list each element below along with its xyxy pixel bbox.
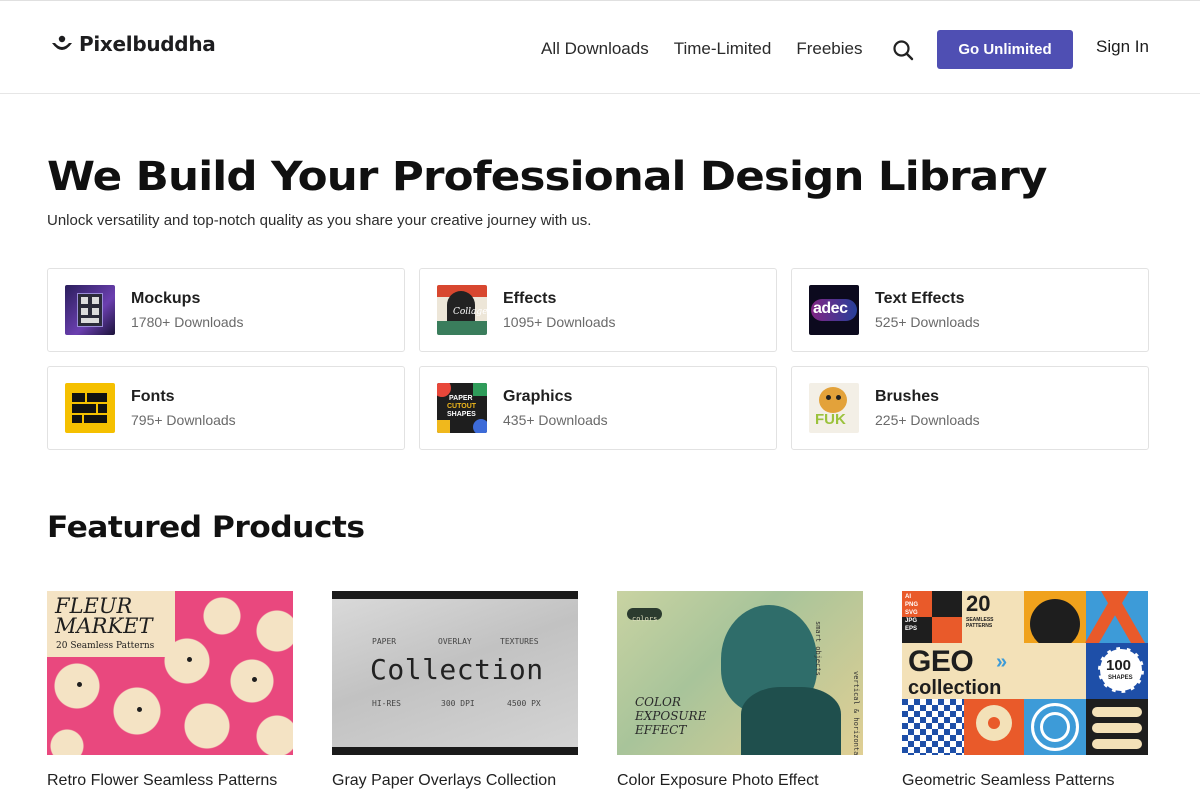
fleur-subtitle: 20 Seamless Patterns [56,641,155,651]
color-tag-text: colors [632,615,658,623]
geo-chevrons-icon: » [996,651,1008,673]
graphics-thumb-text-2: CUTOUT [447,403,477,410]
effects-thumb-text: Collage [453,307,487,317]
geo-format-png: PNG [905,602,919,608]
nav-time-limited[interactable]: Time-Limited [674,39,772,59]
color-title: COLOR EXPOSURE EFFECT [635,695,707,737]
geo-formats: AI PNG SVG JPG EPS [905,593,918,633]
geo-format-svg: SVG [905,610,918,616]
brand-name: Pixelbuddha [79,32,216,56]
category-name: Graphics [503,388,573,405]
category-name: Text Effects [875,290,965,307]
category-card-text-effects[interactable]: adec Text Effects 525+ Downloads [791,268,1149,352]
category-card-fonts[interactable]: Fonts 795+ Downloads [47,366,405,450]
category-grid: Mockups 1780+ Downloads Collage Effects … [47,268,1149,450]
brushes-thumb-text: FUK [815,411,846,428]
nav-freebies[interactable]: Freebies [796,39,862,59]
search-icon[interactable] [892,39,914,61]
featured-section-title: Featured Products [47,510,365,544]
category-count: 525+ Downloads [875,314,980,330]
nav-all-downloads[interactable]: All Downloads [541,39,649,59]
page-title: We Build Your Professional Design Librar… [47,154,1047,200]
geo-format-jpg: JPG [905,618,918,624]
geo-badge-label: SHAPES [1108,675,1133,681]
category-card-brushes[interactable]: FUK Brushes 225+ Downloads [791,366,1149,450]
category-count: 225+ Downloads [875,412,980,428]
paper-spec-3: 4500 PX [507,699,541,708]
geo-badge-number: 100 [1106,657,1132,674]
product-name[interactable]: Retro Flower Seamless Patterns [47,772,293,790]
color-side-text-2: vertical & horizontal [852,671,860,755]
fleur-title-text: FLEUR MARKET [55,594,153,638]
product-card[interactable]: PAPER OVERLAY TEXTURES Collection HI-RES… [332,591,578,790]
fleur-title: FLEUR MARKET [55,594,153,638]
category-count: 1095+ Downloads [503,314,616,330]
color-tag: colors [627,608,663,623]
geo-format-eps: EPS [905,626,918,632]
brushes-thumbnail: FUK [809,383,859,433]
geo-title-1: GEO [908,645,974,678]
effects-thumbnail: Collage [437,285,487,335]
product-name[interactable]: Gray Paper Overlays Collection [332,772,578,790]
category-name: Fonts [131,388,175,405]
geo-title-2: collection [908,677,1002,699]
paper-label-3: TEXTURES [500,637,539,646]
text-effects-thumbnail: adec [809,285,859,335]
color-side-text: smart objects [814,621,822,676]
paper-spec-1: HI-RES [372,699,401,708]
product-card[interactable]: colors COLOR EXPOSURE EFFECT smart objec… [617,591,863,790]
site-header: Pixelbuddha All Downloads Time-Limited F… [0,0,1200,94]
graphics-thumb-text-1: PAPER [449,395,473,402]
category-name: Effects [503,290,557,307]
text-effects-thumb-text: adec [813,300,848,317]
category-count: 435+ Downloads [503,412,608,428]
main-nav: All Downloads Time-Limited Freebies [541,39,862,59]
category-name: Brushes [875,388,940,405]
product-image-color[interactable]: colors COLOR EXPOSURE EFFECT smart objec… [617,591,863,755]
paper-title: Collection [370,653,544,686]
category-card-mockups[interactable]: Mockups 1780+ Downloads [47,268,405,352]
product-name[interactable]: Geometric Seamless Patterns [902,772,1148,790]
product-image-fleur[interactable]: FLEUR MARKET 20 Seamless Patterns [47,591,293,755]
geo-count-label: SEAMLESS PATTERNS [966,617,994,629]
graphics-thumb-text-3: SHAPES [447,411,476,418]
paper-label-1: PAPER [372,637,397,646]
paper-label-2: OVERLAY [438,637,472,646]
graphics-thumbnail: PAPER CUTOUT SHAPES [437,383,487,433]
category-count: 795+ Downloads [131,412,236,428]
geo-count: 20 [966,591,991,616]
product-card[interactable]: FLEUR MARKET 20 Seamless Patterns Retro … [47,591,293,790]
sign-in-link[interactable]: Sign In [1096,37,1149,57]
product-image-paper[interactable]: PAPER OVERLAY TEXTURES Collection HI-RES… [332,591,578,755]
product-card[interactable]: 100 SHAPES AI PNG SVG JPG EPS 20 SEAMLES… [902,591,1148,790]
page-subtitle: Unlock versatility and top-notch quality… [47,212,592,229]
paper-spec-2: 300 DPI [441,699,475,708]
category-name: Mockups [131,290,201,307]
category-card-effects[interactable]: Collage Effects 1095+ Downloads [419,268,777,352]
go-unlimited-button[interactable]: Go Unlimited [937,30,1073,69]
mockups-thumbnail [65,285,115,335]
fonts-thumbnail [65,383,115,433]
logo-mark-icon [52,35,72,50]
featured-products-list: FLEUR MARKET 20 Seamless Patterns Retro … [47,591,1149,790]
logo[interactable]: Pixelbuddha [51,32,216,56]
category-count: 1780+ Downloads [131,314,244,330]
category-card-graphics[interactable]: PAPER CUTOUT SHAPES Graphics 435+ Downlo… [419,366,777,450]
product-image-geo[interactable]: 100 SHAPES AI PNG SVG JPG EPS 20 SEAMLES… [902,591,1148,755]
geo-format-ai: AI [905,594,911,600]
product-name[interactable]: Color Exposure Photo Effect [617,772,863,790]
